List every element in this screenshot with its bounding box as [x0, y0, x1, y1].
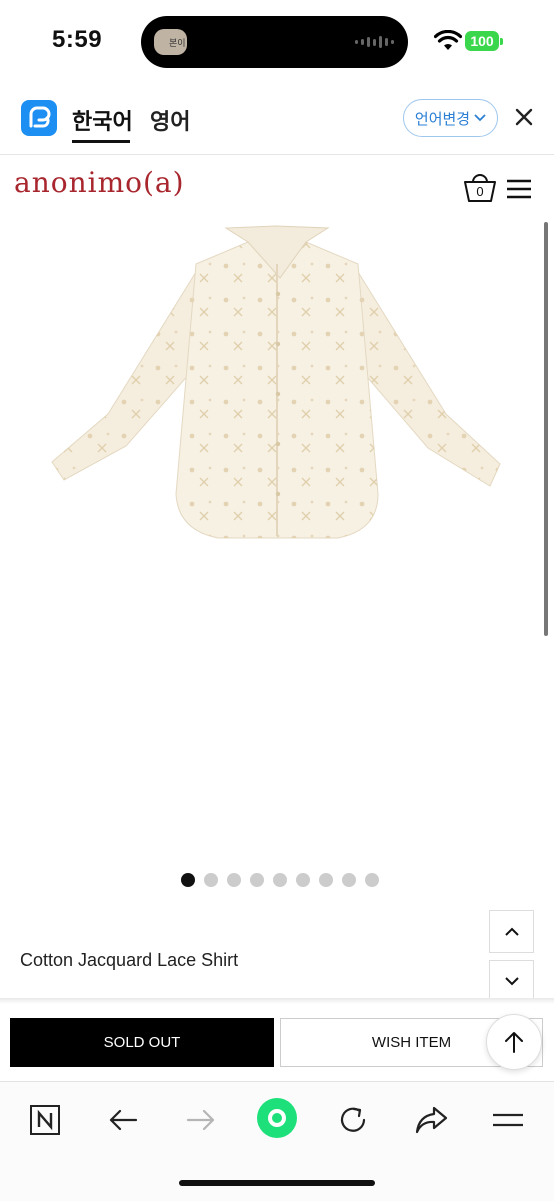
pagination-dot[interactable]: [342, 873, 356, 887]
scroll-up-button[interactable]: [489, 910, 534, 953]
close-icon[interactable]: [513, 106, 535, 128]
divider: [0, 998, 554, 1004]
menu-icon[interactable]: [491, 1103, 525, 1137]
image-pagination[interactable]: [181, 873, 379, 887]
island-thumb-text: 본이: [169, 38, 186, 48]
change-language-label: 언어변경: [414, 110, 471, 128]
chevron-down-icon: [474, 114, 486, 122]
back-arrow-icon[interactable]: [106, 1103, 140, 1137]
tab-english[interactable]: 영어: [150, 104, 190, 136]
audio-wave-icon: [355, 36, 394, 48]
pagination-dot[interactable]: [319, 873, 333, 887]
dynamic-island[interactable]: 본이: [141, 16, 408, 68]
scroll-down-button[interactable]: [489, 960, 534, 1003]
product-title: Cotton Jacquard Lace Shirt: [20, 950, 239, 970]
arrow-up-icon: [505, 1032, 523, 1053]
wifi-icon: [434, 30, 462, 50]
chevron-down-icon: [504, 977, 519, 986]
pagination-dot[interactable]: [250, 873, 264, 887]
scroll-to-top-button[interactable]: [486, 1014, 542, 1070]
hamburger-menu-icon[interactable]: [506, 178, 532, 200]
pagination-dot[interactable]: [273, 873, 287, 887]
pagination-dot[interactable]: [227, 873, 241, 887]
site-logo[interactable]: anonimo(a): [14, 166, 185, 199]
papago-logo-icon: [21, 100, 57, 136]
island-thumbnail: 본이: [154, 29, 187, 55]
sold-out-button[interactable]: SOLD OUT: [10, 1018, 274, 1067]
pagination-dot[interactable]: [204, 873, 218, 887]
home-indicator[interactable]: [179, 1180, 375, 1186]
pagination-dot[interactable]: [365, 873, 379, 887]
share-icon[interactable]: [413, 1103, 449, 1137]
pagination-dot[interactable]: [181, 873, 195, 887]
pagination-dot[interactable]: [296, 873, 310, 887]
active-tab-underline: [72, 140, 130, 143]
tab-korean[interactable]: 한국어: [72, 104, 133, 136]
status-bar: 5:59 본이 100: [0, 0, 554, 84]
reload-icon[interactable]: [336, 1103, 370, 1137]
battery-cap: [500, 38, 503, 45]
battery-indicator: 100: [465, 31, 499, 51]
chevron-up-icon: [504, 927, 519, 936]
change-language-button[interactable]: 언어변경: [403, 99, 498, 137]
naver-n-icon[interactable]: [28, 1103, 62, 1137]
green-home-icon[interactable]: [255, 1096, 299, 1140]
status-time: 5:59: [52, 26, 103, 53]
cart-count: 0: [476, 184, 484, 199]
forward-arrow-icon[interactable]: [184, 1103, 218, 1137]
translation-bar: 한국어 영어 언어변경: [0, 84, 554, 155]
product-image[interactable]: [48, 224, 506, 546]
scroll-indicator: [544, 222, 548, 636]
